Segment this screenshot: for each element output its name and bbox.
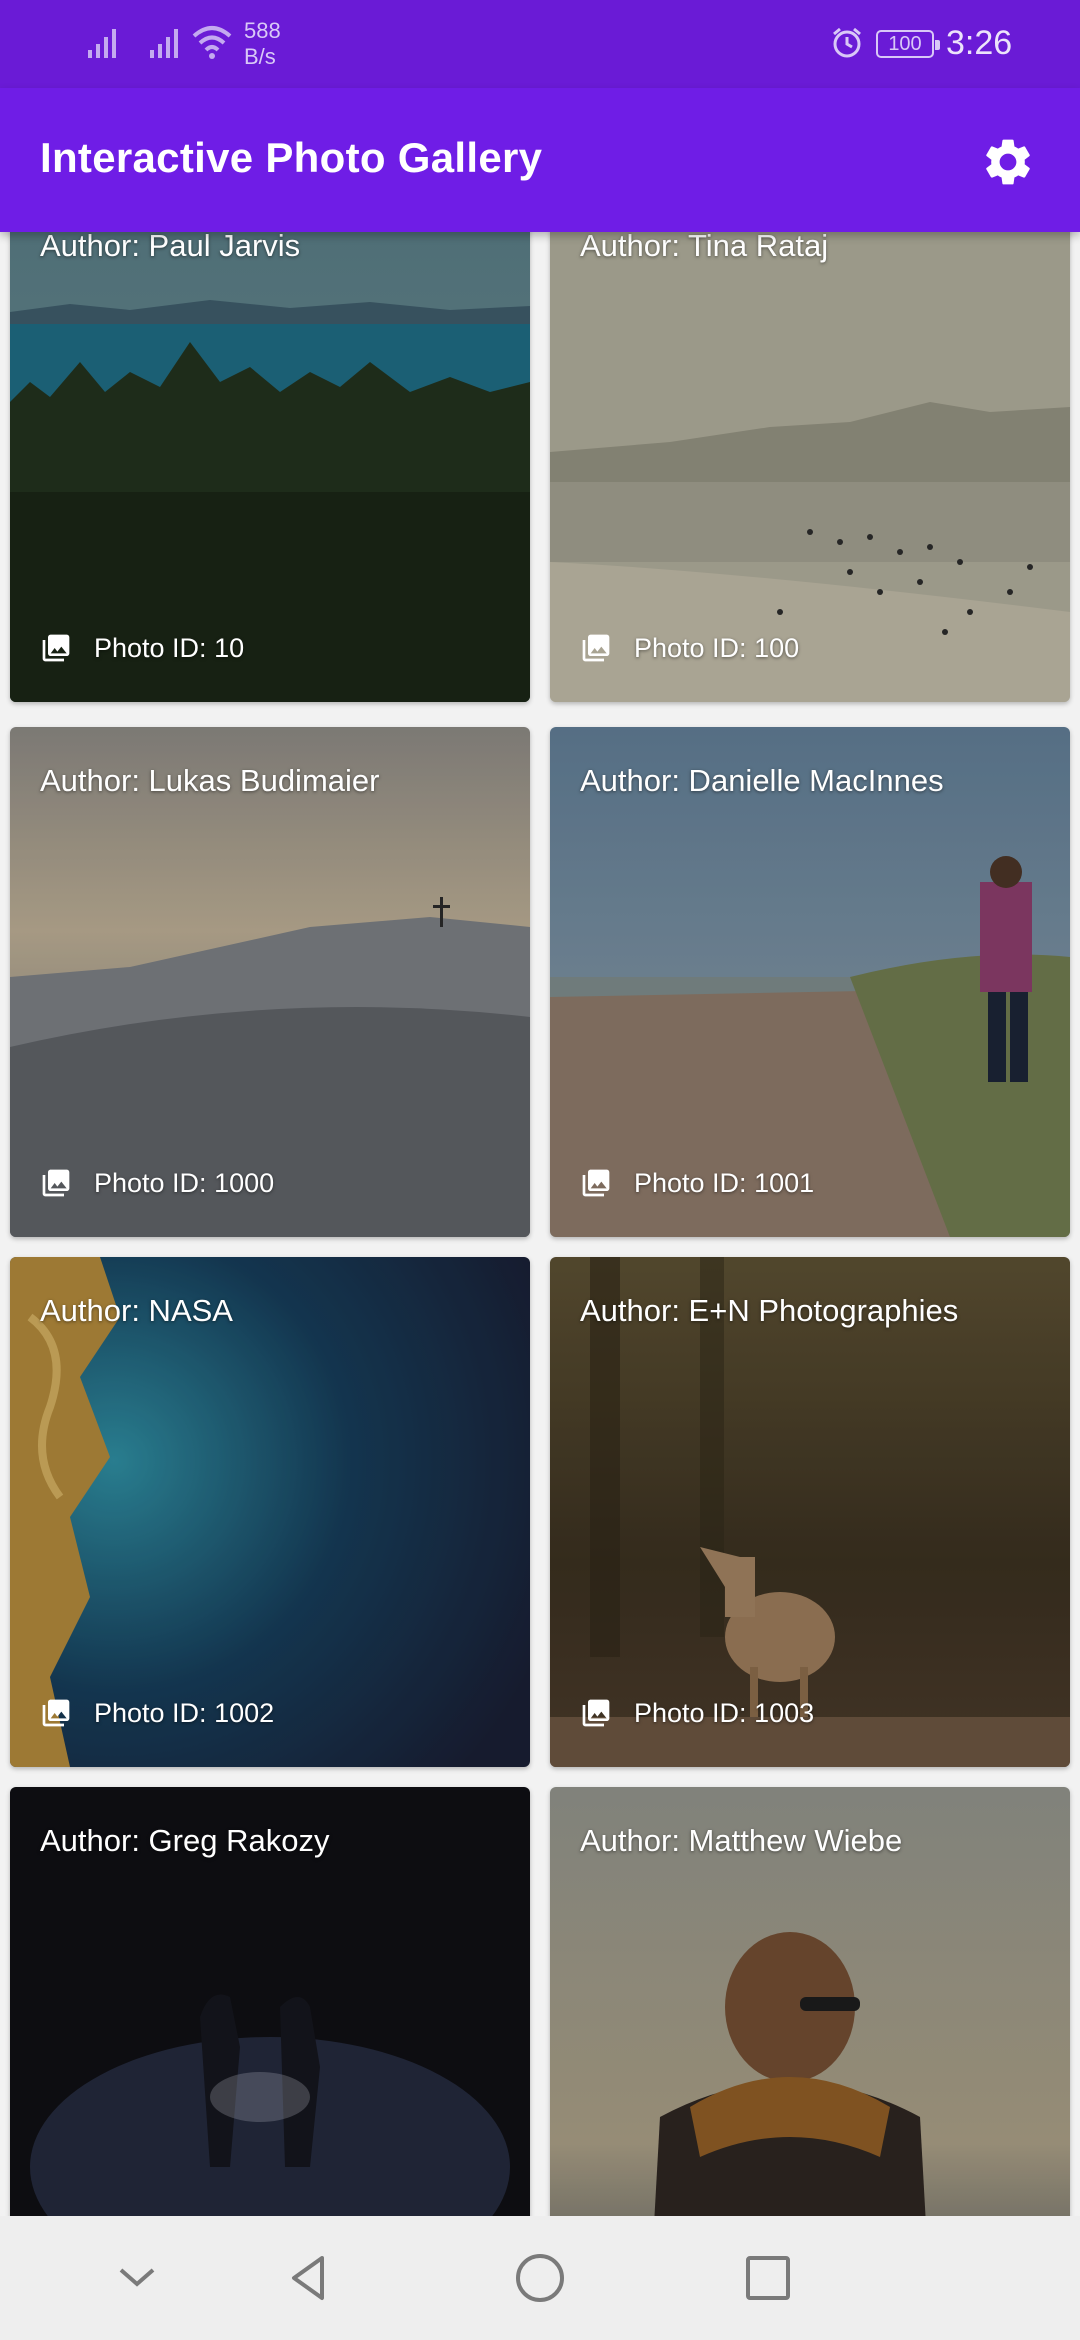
photo-thumbnail (550, 1257, 1070, 1767)
system-nav-bar (0, 2216, 1080, 2340)
author-label: Author: Paul Jarvis (40, 232, 301, 263)
battery-indicator: 100 (876, 30, 940, 58)
image-icon (42, 1699, 70, 1727)
photo-card[interactable]: Author: Danielle MacInnes Photo ID: 1001 (550, 727, 1070, 1237)
photo-id-label: Photo ID: 1003 (634, 1697, 815, 1728)
net-speed: 588 B/s (244, 18, 281, 69)
photo-card[interactable]: Author: Lukas Budimaier Photo ID: 1000 (10, 727, 530, 1237)
photo-id-row: Photo ID: 1000 (40, 1167, 274, 1199)
photo-card[interactable]: Author: Matthew Wiebe (550, 1787, 1070, 2232)
page-title: Interactive Photo Gallery (40, 134, 543, 181)
photo-id-row: Photo ID: 10 (40, 632, 244, 664)
gear-icon[interactable] (980, 134, 1036, 190)
signal-icon (150, 29, 178, 58)
photo-card[interactable]: Author: Paul Jarvis Photo ID: 10 (10, 232, 530, 702)
back-icon[interactable] (278, 2246, 342, 2310)
photo-id-row: Photo ID: 1002 (40, 1697, 274, 1729)
home-icon[interactable] (508, 2246, 572, 2310)
author-label: Author: Matthew Wiebe (580, 1823, 903, 1858)
photo-id-label: Photo ID: 1002 (94, 1697, 275, 1728)
photo-thumbnail (10, 1257, 530, 1767)
photo-id-label: Photo ID: 100 (634, 632, 800, 663)
app-bar: Interactive Photo Gallery (0, 88, 1080, 232)
image-icon (582, 634, 610, 662)
photo-card[interactable]: Author: E+N Photographies Photo ID: 1003 (550, 1257, 1070, 1767)
photo-card[interactable]: Author: Greg Rakozy (10, 1787, 530, 2232)
photo-id-label: Photo ID: 10 (94, 632, 245, 663)
photo-card[interactable]: Author: NASA Photo ID: 1002 (10, 1257, 530, 1767)
photo-id-label: Photo ID: 1000 (94, 1167, 275, 1198)
photo-id-row: Photo ID: 1003 (580, 1697, 814, 1729)
image-icon (42, 634, 70, 662)
author-label: Author: Greg Rakozy (40, 1823, 330, 1858)
author-label: Author: Tina Rataj (580, 232, 829, 263)
chevron-down-icon[interactable] (105, 2246, 169, 2310)
author-label: Author: NASA (40, 1293, 233, 1328)
status-bar: 588 B/s 100 3:26 (0, 0, 1080, 88)
clock: 3:26 (946, 24, 1013, 62)
signal-icon (88, 29, 116, 58)
author-label: Author: Lukas Budimaier (40, 763, 380, 798)
photo-card[interactable]: Author: Tina Rataj Photo ID: 100 (550, 232, 1070, 702)
image-icon (42, 1169, 70, 1197)
photo-id-label: Photo ID: 1001 (634, 1167, 815, 1198)
photo-gallery[interactable]: Author: Paul Jarvis Photo ID: 10 Author:… (0, 232, 1080, 2232)
photo-id-row: Photo ID: 1001 (580, 1167, 814, 1199)
author-label: Author: E+N Photographies (580, 1293, 959, 1328)
image-icon (582, 1699, 610, 1727)
recents-icon[interactable] (736, 2246, 800, 2310)
photo-id-row: Photo ID: 100 (580, 632, 799, 664)
author-label: Author: Danielle MacInnes (580, 763, 944, 798)
image-icon (582, 1169, 610, 1197)
wifi-icon (192, 26, 232, 59)
photo-thumbnail (550, 727, 1070, 1237)
alarm-icon (833, 27, 861, 58)
photo-thumbnail (10, 727, 530, 1237)
